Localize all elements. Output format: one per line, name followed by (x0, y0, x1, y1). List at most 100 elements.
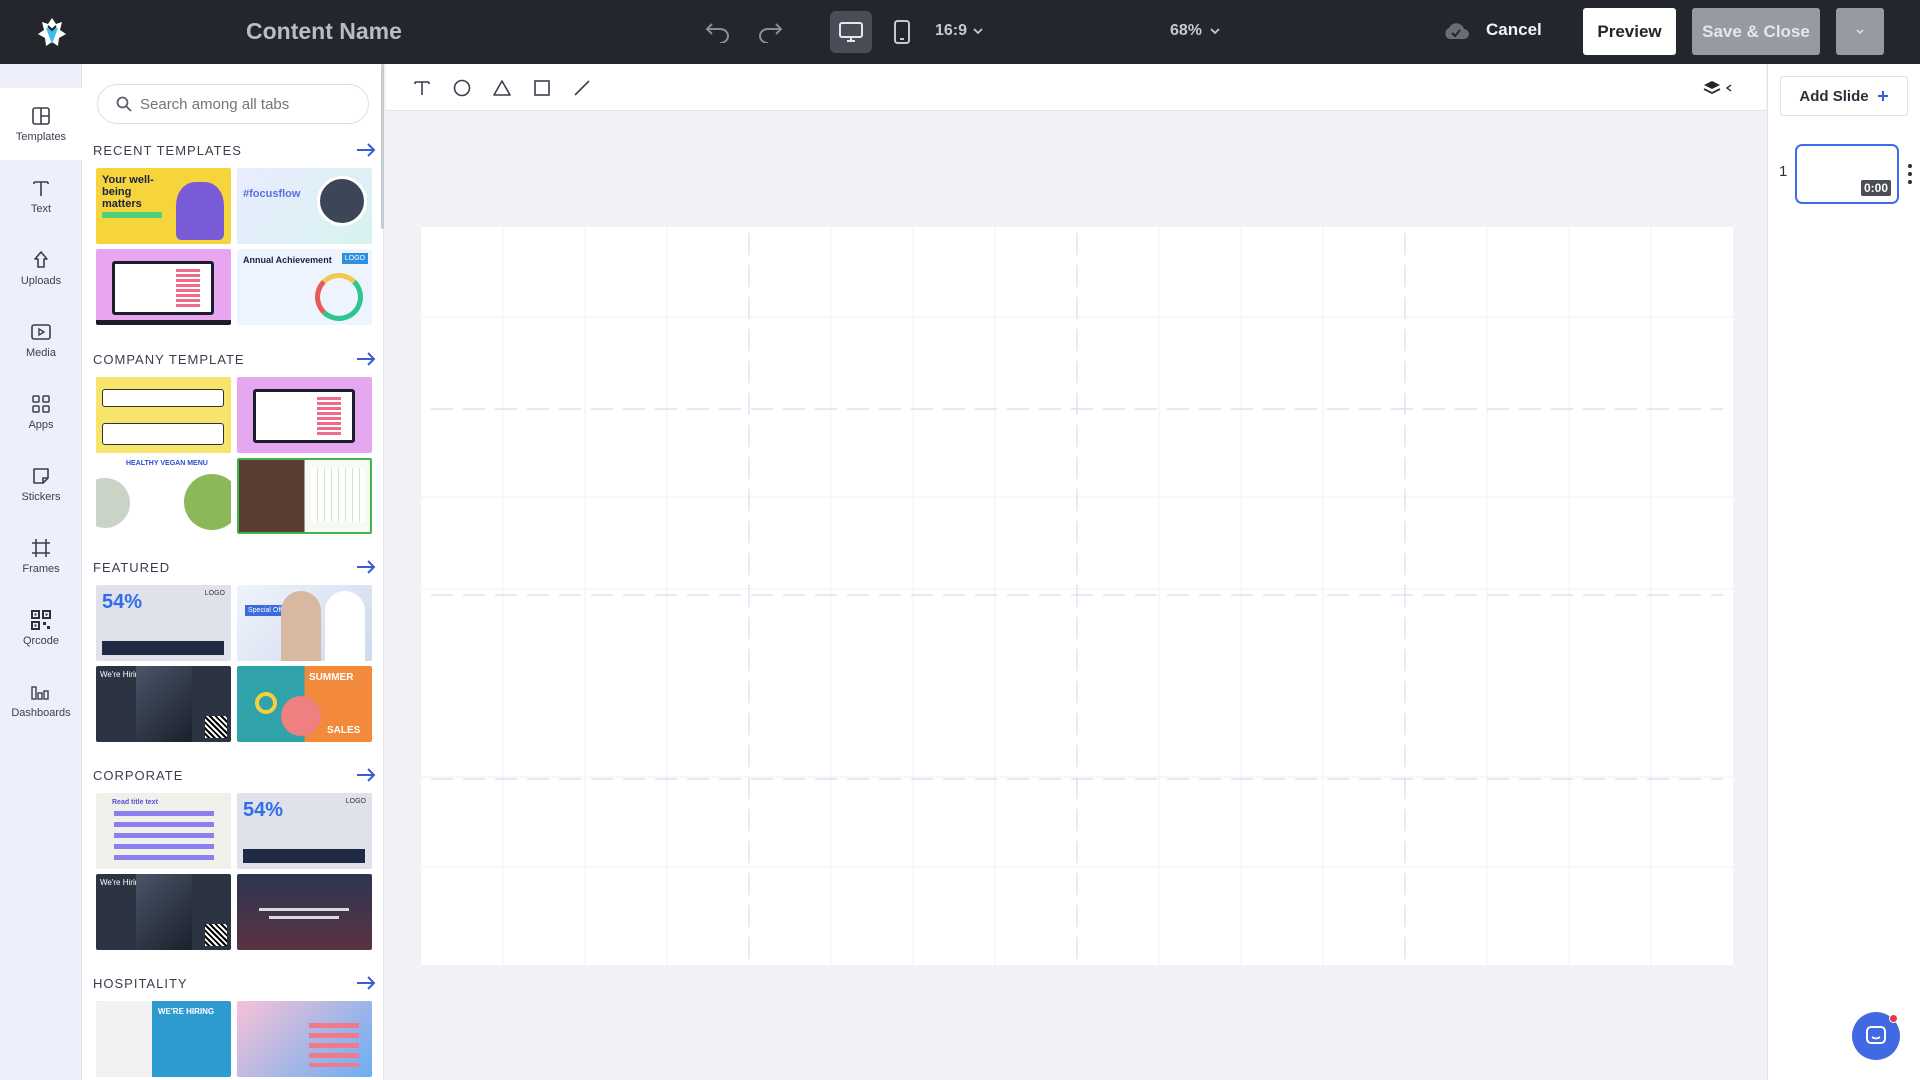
add-slide-label: Add Slide (1799, 87, 1869, 105)
slide-thumbnail[interactable]: 0:00 (1795, 144, 1899, 204)
rail-item-frames[interactable]: Frames (0, 520, 82, 592)
rail-item-text[interactable]: Text (0, 160, 82, 232)
rail-item-apps[interactable]: Apps (0, 376, 82, 448)
template-thumbnail[interactable] (96, 249, 231, 325)
sticker-icon (33, 468, 49, 484)
text-tool-icon[interactable] (410, 76, 434, 100)
thumbnail-bars (317, 397, 341, 435)
rail-label: Text (30, 203, 52, 215)
search-icon (116, 96, 132, 112)
arrow-right-icon[interactable] (356, 560, 376, 574)
slide-number: 1 (1779, 163, 1788, 180)
aspect-ratio-value: 16:9 (935, 22, 968, 39)
templates-icon (32, 107, 50, 125)
app-logo-icon[interactable] (34, 14, 70, 50)
template-thumbnail[interactable]: 54% LOGO (96, 585, 231, 661)
chevron-down-icon (1210, 27, 1220, 34)
content-name-title[interactable]: Content Name (246, 18, 402, 45)
desktop-view-button[interactable] (830, 11, 872, 53)
thumbnail-card (102, 423, 224, 445)
chevron-left-icon (1726, 84, 1732, 92)
template-thumbnail[interactable] (96, 377, 231, 453)
section-featured: FEATURED 54% LOGO Special Offer We're Hi… (93, 557, 376, 742)
thumbnail-photo (317, 176, 367, 226)
apps-icon (32, 395, 50, 413)
undo-icon[interactable] (700, 14, 736, 50)
thumbnail-qrcode (205, 924, 227, 946)
rail-label: Templates (15, 131, 67, 143)
thumbnail-person (281, 591, 321, 661)
thumbnail-person (325, 591, 365, 661)
template-thumbnail[interactable] (237, 377, 372, 453)
left-tool-rail: Templates Text Uploads Media Apps Sticke… (0, 64, 82, 1080)
rail-item-stickers[interactable]: Stickers (0, 448, 82, 520)
search-box[interactable] (97, 84, 369, 124)
thumbnail-text: 54% (102, 591, 143, 613)
cloud-sync-icon (1442, 20, 1470, 44)
rail-item-uploads[interactable]: Uploads (0, 232, 82, 304)
template-thumbnail[interactable]: Your well-being matters (96, 168, 231, 244)
upload-icon (34, 251, 48, 268)
section-corporate: CORPORATE Read title text 54% LOGO We're… (93, 765, 376, 950)
search-input[interactable] (140, 95, 360, 113)
add-slide-button[interactable]: Add Slide (1780, 76, 1908, 116)
qrcode-icon (31, 610, 51, 630)
redo-icon[interactable] (752, 14, 788, 50)
layers-icon (1703, 81, 1721, 95)
template-thumbnail[interactable]: 54% LOGO (237, 793, 372, 869)
template-thumbnail[interactable]: HEALTHY VEGAN MENU (96, 458, 231, 534)
template-thumbnail[interactable] (237, 458, 372, 534)
panel-scrollbar[interactable] (381, 64, 384, 229)
arrow-right-icon[interactable] (356, 143, 376, 157)
rail-item-dashboards[interactable]: Dashboards (0, 664, 82, 736)
slide-canvas[interactable] (421, 227, 1733, 965)
dashboard-icon (31, 686, 49, 700)
plus-icon (1877, 91, 1888, 101)
template-thumbnail[interactable] (237, 874, 372, 950)
template-thumbnail[interactable]: SUMMER SALES (237, 666, 372, 742)
support-chat-button[interactable] (1852, 1012, 1900, 1060)
rectangle-tool-icon[interactable] (530, 76, 554, 100)
arrow-right-icon[interactable] (356, 768, 376, 782)
section-title: RECENT TEMPLATES (93, 142, 242, 158)
mobile-view-button[interactable] (884, 11, 920, 53)
thumbnail-text: SUMMER (309, 672, 354, 683)
line-tool-icon[interactable] (570, 76, 594, 100)
rail-item-qrcode[interactable]: Qrcode (0, 592, 82, 664)
cancel-button[interactable]: Cancel (1486, 20, 1542, 40)
aspect-ratio-dropdown[interactable]: 16:9 (935, 22, 983, 40)
thumbnail-bars (176, 269, 200, 307)
thumbnail-line (259, 908, 349, 911)
template-thumbnail[interactable]: #focusflow (237, 168, 372, 244)
rail-label: Dashboards (11, 707, 71, 719)
rail-item-media[interactable]: Media (0, 304, 82, 376)
template-thumbnail[interactable]: Special Offer (237, 585, 372, 661)
template-thumbnail[interactable]: WE'RE HIRING (96, 1001, 231, 1077)
save-options-button[interactable] (1836, 8, 1884, 55)
thumbnail-footer (96, 320, 231, 325)
thumbnail-text: 54% (243, 799, 284, 821)
rail-label: Frames (22, 563, 60, 575)
chevron-down-icon (973, 27, 983, 34)
slide-duration-badge[interactable]: 0:00 (1860, 180, 1891, 196)
save-close-button[interactable]: Save & Close (1692, 8, 1820, 55)
template-thumbnail[interactable]: We're Hiring (96, 666, 231, 742)
thumbnail-illustration (176, 182, 224, 240)
template-thumbnail[interactable]: We're Hiring (96, 874, 231, 950)
preview-button[interactable]: Preview (1583, 8, 1676, 55)
template-thumbnail[interactable] (237, 1001, 372, 1077)
arrow-right-icon[interactable] (356, 976, 376, 990)
circle-tool-icon[interactable] (450, 76, 474, 100)
slide-options-kebab-icon[interactable] (1907, 164, 1913, 184)
triangle-tool-icon[interactable] (490, 76, 514, 100)
zoom-dropdown[interactable]: 68% (1170, 22, 1220, 40)
section-title: CORPORATE (93, 767, 184, 783)
rail-label: Uploads (20, 275, 62, 287)
thumbnail-list (309, 1023, 359, 1067)
rail-item-templates[interactable]: Templates (0, 88, 82, 160)
section-title: HOSPITALITY (93, 975, 188, 991)
template-thumbnail[interactable]: Read title text (96, 793, 231, 869)
layers-button[interactable] (1702, 76, 1742, 100)
arrow-right-icon[interactable] (356, 352, 376, 366)
template-thumbnail[interactable]: Annual Achievement LOGO (237, 249, 372, 325)
